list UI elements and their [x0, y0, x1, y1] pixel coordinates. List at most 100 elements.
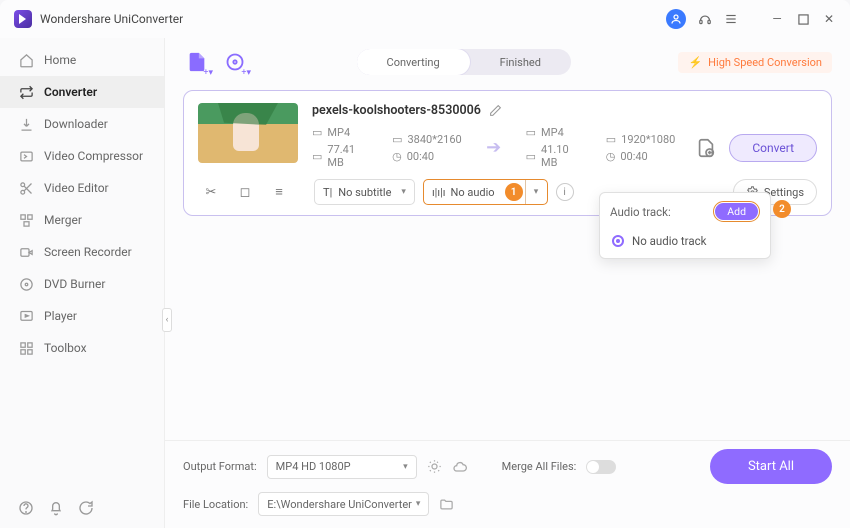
sidebar-item-converter[interactable]: Converter: [0, 76, 164, 108]
edit-name-icon[interactable]: [489, 104, 502, 117]
sidebar-item-home[interactable]: Home: [0, 44, 164, 76]
sidebar-item-player[interactable]: Player: [0, 300, 164, 332]
folder-icon: ▭: [526, 150, 536, 163]
effects-icon[interactable]: ≡: [266, 181, 292, 203]
home-icon: [18, 52, 34, 68]
bell-icon[interactable]: [48, 500, 64, 516]
clock-icon: ◷: [392, 150, 402, 163]
play-icon: [18, 308, 34, 324]
help-icon[interactable]: [18, 500, 34, 516]
minimize-button[interactable]: —: [770, 12, 784, 26]
src-size: 77.41 MB: [327, 143, 374, 169]
add-audio-button[interactable]: Add: [715, 203, 758, 220]
menu-icon[interactable]: [724, 12, 738, 26]
status-tabs: Converting Finished: [357, 49, 571, 75]
close-button[interactable]: ✕: [822, 12, 836, 26]
resolution-icon: ▭: [392, 133, 402, 146]
high-speed-label: High Speed Conversion: [708, 56, 822, 69]
subtitle-value: No subtitle: [338, 186, 391, 199]
sidebar-item-merger[interactable]: Merger: [0, 204, 164, 236]
file-location-label: File Location:: [183, 498, 248, 511]
sidebar-item-compressor[interactable]: Video Compressor: [0, 140, 164, 172]
sidebar-item-label: Home: [44, 53, 76, 67]
audio-icon: ı|ı|ı: [432, 186, 446, 199]
dropdown-title: Audio track:: [610, 205, 671, 219]
app-window: Wondershare UniConverter — ✕ Home Conver…: [0, 0, 850, 528]
video-thumbnail[interactable]: [198, 103, 298, 163]
grid-icon: [18, 340, 34, 356]
tab-converting[interactable]: Converting: [357, 49, 470, 75]
output-settings-icon[interactable]: [693, 135, 719, 161]
file-location-select[interactable]: E:\Wondershare UniConverter ▾: [258, 492, 429, 516]
arrow-right-icon: ➔: [480, 134, 508, 162]
tab-finished[interactable]: Finished: [470, 49, 571, 75]
dst-size: 41.10 MB: [541, 143, 588, 169]
output-format-label: Output Format:: [183, 460, 257, 473]
sidebar-item-label: Merger: [44, 213, 82, 227]
high-speed-badge[interactable]: ⚡ High Speed Conversion: [678, 52, 832, 73]
dst-dur: 00:40: [620, 150, 647, 163]
audio-value: No audio: [450, 186, 494, 199]
src-dur: 00:40: [407, 150, 434, 163]
info-icon[interactable]: i: [556, 183, 574, 201]
merge-label: Merge All Files:: [502, 460, 577, 473]
download-icon: [18, 116, 34, 132]
audio-option-none[interactable]: No audio track: [610, 230, 760, 252]
chevron-down-icon: ▾: [401, 187, 406, 197]
chevron-down-icon: ▾: [403, 462, 408, 472]
audio-select[interactable]: ı|ı|ı No audio 1 ▾: [423, 179, 548, 205]
sidebar-item-label: Toolbox: [44, 341, 87, 355]
output-format-value: MP4 HD 1080P: [276, 460, 351, 473]
subtitle-select[interactable]: T| No subtitle ▾: [314, 179, 415, 205]
sidebar-item-editor[interactable]: Video Editor: [0, 172, 164, 204]
dst-format: MP4: [541, 126, 564, 139]
topbar: +▾ +▾ Converting Finished ⚡ High Speed C…: [165, 38, 850, 86]
file-name: pexels-koolshooters-8530006: [312, 103, 481, 118]
start-all-button[interactable]: Start All: [710, 449, 832, 484]
folder-icon: ▭: [312, 150, 322, 163]
sidebar-item-dvd[interactable]: DVD Burner: [0, 268, 164, 300]
audio-option-label: No audio track: [632, 234, 706, 248]
account-icon[interactable]: [666, 9, 686, 29]
main-area: +▾ +▾ Converting Finished ⚡ High Speed C…: [165, 38, 850, 528]
film-icon: ▭: [526, 126, 536, 139]
add-files-button[interactable]: +▾: [183, 48, 211, 76]
sidebar-item-label: Converter: [44, 85, 97, 99]
cloud-icon[interactable]: [452, 459, 468, 475]
resolution-icon: ▭: [606, 133, 616, 146]
feedback-icon[interactable]: [78, 500, 94, 516]
output-format-select[interactable]: MP4 HD 1080P ▾: [267, 455, 417, 479]
file-location-value: E:\Wondershare UniConverter: [267, 498, 412, 511]
gpu-icon[interactable]: [427, 459, 442, 474]
audio-track-dropdown: Audio track: Add No audio track: [599, 192, 771, 259]
add-dvd-button[interactable]: +▾: [221, 48, 249, 76]
subtitle-icon: T|: [323, 186, 332, 199]
sidebar-item-toolbox[interactable]: Toolbox: [0, 332, 164, 364]
src-format: MP4: [327, 126, 350, 139]
bolt-icon: ⚡: [688, 56, 702, 69]
audio-dropdown-toggle[interactable]: ▾: [525, 180, 547, 204]
maximize-button[interactable]: [796, 12, 810, 26]
app-logo-icon: [14, 10, 32, 28]
sidebar-item-label: Downloader: [44, 117, 108, 131]
support-icon[interactable]: [698, 12, 712, 26]
titlebar: Wondershare UniConverter — ✕: [0, 0, 850, 38]
open-folder-icon[interactable]: [439, 497, 454, 512]
callout-1: 1: [505, 183, 523, 201]
clock-icon: ◷: [606, 150, 616, 163]
trim-icon[interactable]: ✂: [198, 181, 224, 203]
sidebar-item-downloader[interactable]: Downloader: [0, 108, 164, 140]
callout-2: 2: [773, 200, 791, 218]
sidebar-item-label: Player: [44, 309, 77, 323]
sidebar-item-label: Video Compressor: [44, 149, 143, 163]
merge-toggle[interactable]: [586, 460, 616, 474]
sidebar-item-recorder[interactable]: Screen Recorder: [0, 236, 164, 268]
disc-icon: [18, 276, 34, 292]
titlebar-icons: — ✕: [666, 9, 836, 29]
compress-icon: [18, 148, 34, 164]
scissors-icon: [18, 180, 34, 196]
sidebar-item-label: Video Editor: [44, 181, 109, 195]
crop-icon[interactable]: ◻: [232, 181, 258, 203]
radio-selected-icon: [612, 235, 624, 247]
convert-button[interactable]: Convert: [729, 134, 817, 162]
